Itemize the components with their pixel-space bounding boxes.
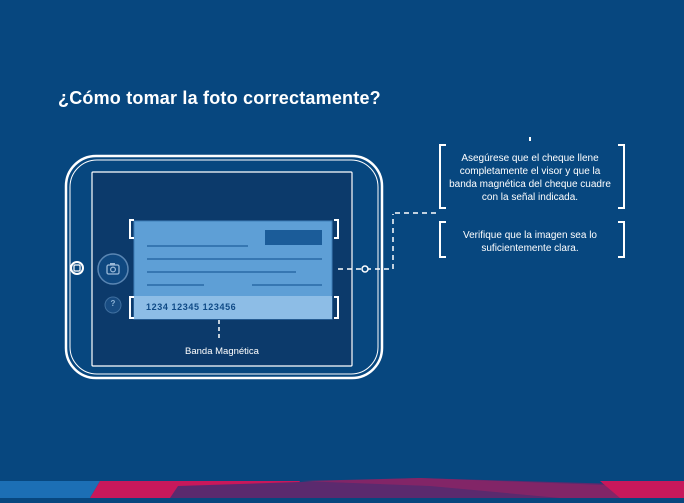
micr-number-line: 1234 12345 123456 <box>146 302 237 312</box>
ribbon-blue-left <box>0 481 100 498</box>
diagram-canvas: ¿Cómo tomar la foto correctamente? Asegú… <box>0 0 684 498</box>
tip-image-clarity: Verifique que la imagen sea lo suficient… <box>463 230 597 254</box>
home-button-icon[interactable] <box>70 261 84 275</box>
tip-fill-viewfinder: Asegúrese que el cheque llene completame… <box>449 153 611 203</box>
check-amount-box <box>265 230 322 245</box>
connector-dot <box>361 265 369 273</box>
tip1-bracket-right <box>618 144 625 209</box>
camera-icon[interactable] <box>97 253 129 285</box>
magnetic-band-label: Banda Magnética <box>185 346 259 357</box>
help-glyph[interactable]: ? <box>104 299 122 313</box>
tip2-bracket-right <box>618 221 625 258</box>
tip-connector <box>338 212 438 270</box>
page-title: ¿Cómo tomar la foto correctamente? <box>58 88 381 108</box>
footer-ribbon <box>0 478 684 498</box>
